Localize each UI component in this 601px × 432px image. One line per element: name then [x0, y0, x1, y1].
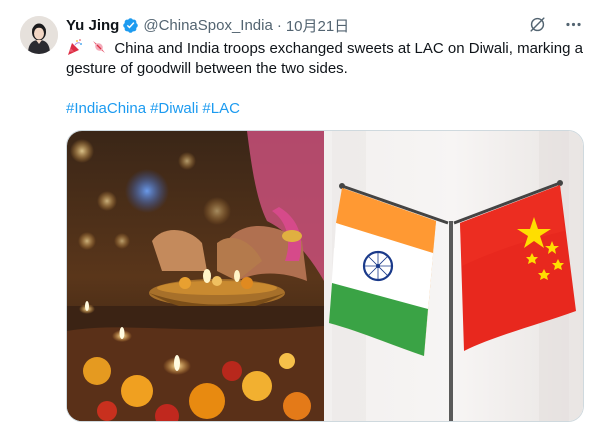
hashtag-link[interactable]: #LAC [202, 100, 240, 117]
candy-icon [90, 38, 108, 56]
diwali-lamps-photo[interactable] [67, 131, 324, 421]
grok-icon[interactable] [527, 14, 547, 34]
verified-badge-icon [122, 17, 139, 34]
author-handle[interactable]: @ChinaSpox_India [143, 17, 272, 34]
author-name[interactable]: Yu Jing [66, 17, 119, 34]
media-grid [66, 130, 584, 422]
timestamp[interactable]: 10月21日 [286, 15, 349, 36]
more-icon[interactable] [563, 14, 583, 34]
hashtag-link[interactable]: #IndiaChina [66, 100, 146, 117]
india-china-flags-photo[interactable] [324, 131, 583, 421]
hashtag-list: #IndiaChina #Diwali #LAC [66, 99, 583, 119]
separator-dot: · [276, 16, 282, 34]
tweet-card[interactable]: Yu Jing @ChinaSpox_India · 10月21日 China … [0, 0, 601, 432]
tweet-header: Yu Jing @ChinaSpox_India · 10月21日 [66, 14, 583, 36]
avatar[interactable] [20, 16, 58, 54]
hashtag-link[interactable]: #Diwali [150, 100, 198, 117]
party-popper-icon [66, 38, 84, 56]
tweet-text: China and India troops exchanged sweets … [66, 38, 586, 79]
tweet-body: China and India troops exchanged sweets … [66, 40, 583, 77]
